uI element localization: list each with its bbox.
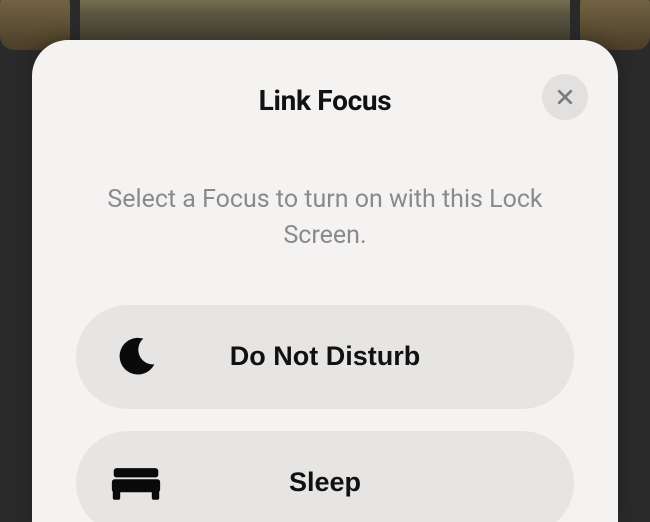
bed-icon: [110, 457, 162, 509]
sheet-description: Select a Focus to turn on with this Lock…: [62, 182, 588, 255]
focus-option-label: Sleep: [289, 467, 361, 498]
link-focus-sheet: Link Focus Select a Focus to turn on wit…: [32, 40, 618, 522]
focus-option-label: Do Not Disturb: [230, 341, 420, 372]
sheet-title: Link Focus: [259, 84, 392, 117]
close-button[interactable]: [542, 74, 588, 120]
focus-option-sleep[interactable]: Sleep: [76, 431, 574, 522]
focus-option-do-not-disturb[interactable]: Do Not Disturb: [76, 305, 574, 409]
close-icon: [555, 87, 575, 107]
focus-options-list: Do Not Disturb Sleep: [62, 305, 588, 522]
moon-icon: [110, 331, 162, 383]
sheet-header: Link Focus: [62, 70, 588, 130]
